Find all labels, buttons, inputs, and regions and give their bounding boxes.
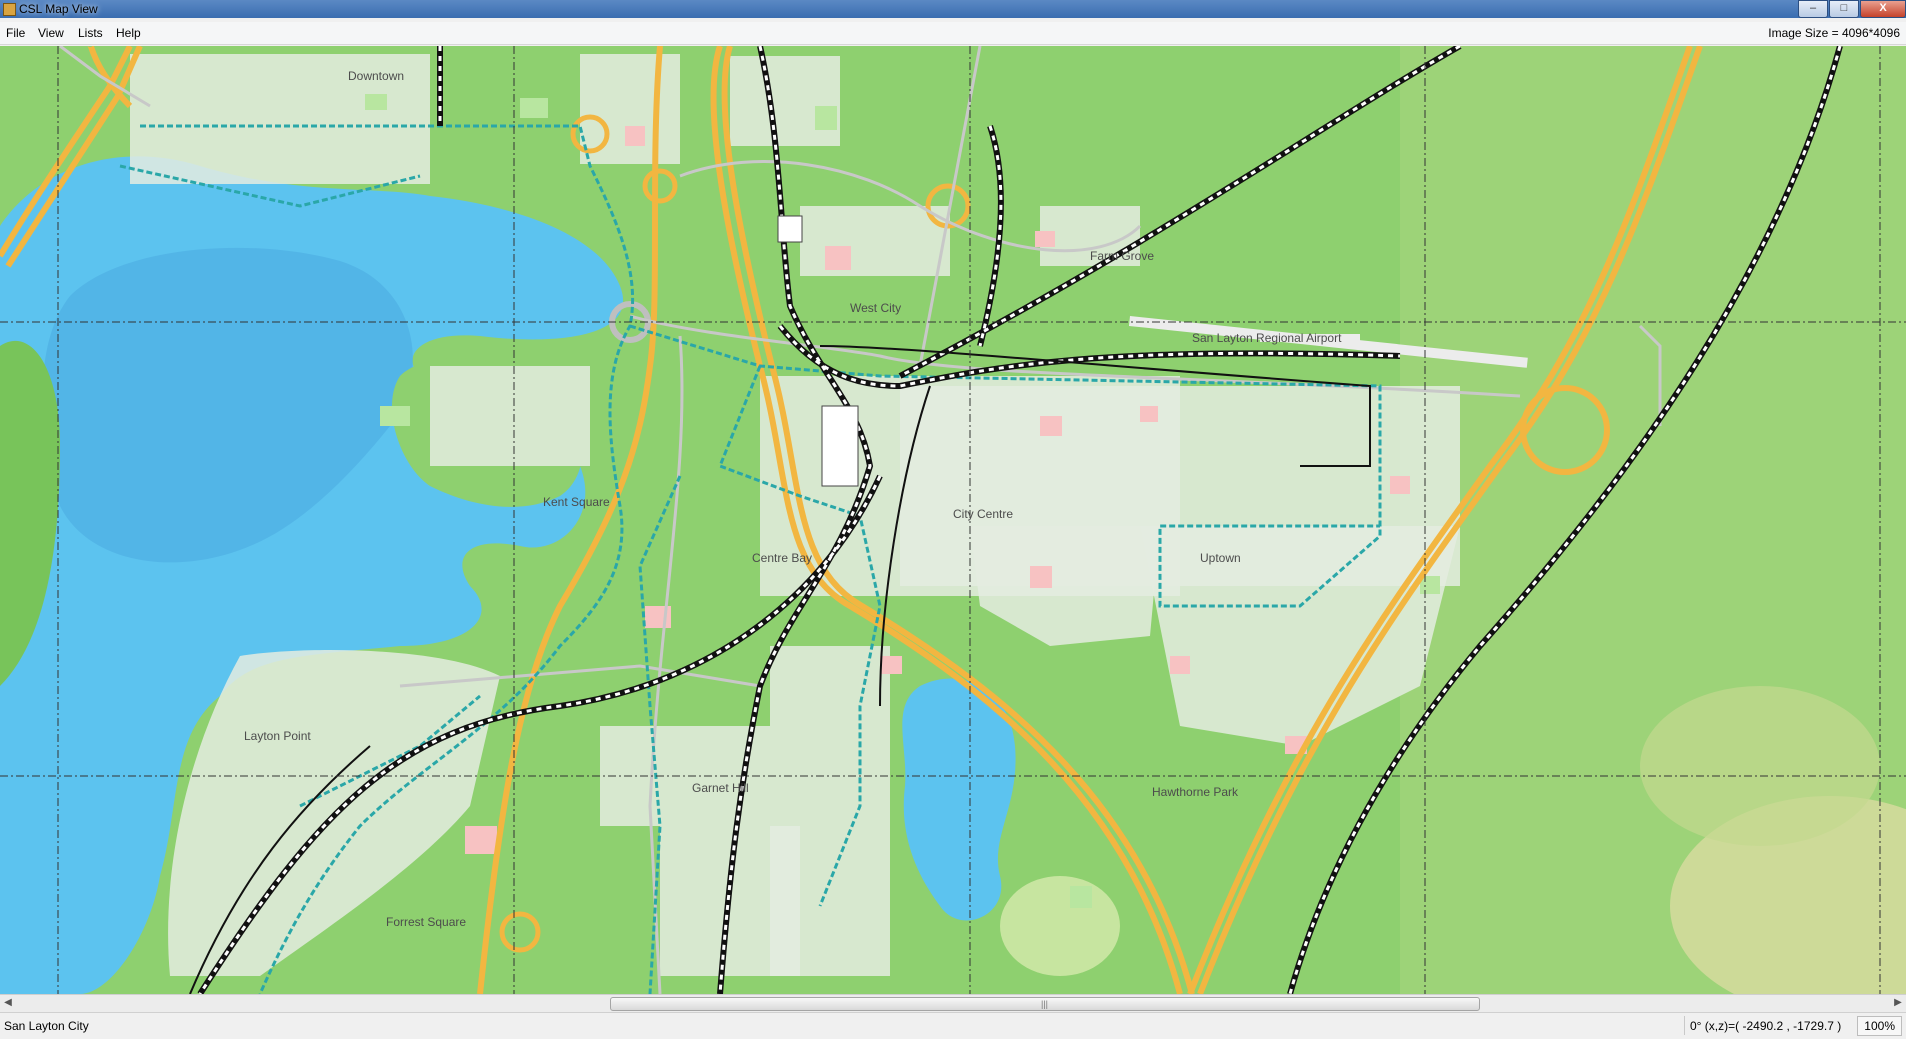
title-bar[interactable]: CSL Map View – □ X <box>0 0 1906 18</box>
scroll-right-arrow-icon[interactable]: ▶ <box>1892 997 1904 1010</box>
menu-help[interactable]: Help <box>116 26 141 40</box>
menu-bar: File View Lists Help Image Size = 4096*4… <box>0 22 1906 45</box>
status-divider <box>1684 1016 1685 1035</box>
menu-view[interactable]: View <box>38 26 64 40</box>
map-canvas[interactable]: Downtown West City Farm Grove San Layton… <box>0 46 1906 994</box>
hill-terrain-2 <box>1640 686 1880 846</box>
label-airport: San Layton Regional Airport <box>1192 331 1342 345</box>
app-window: CSL Map View – □ X File View Lists Help … <box>0 0 1906 1039</box>
cursor-coordinates: 0° (x,z)=( -2490.2 , -1729.7 ) <box>1690 1019 1842 1033</box>
horizontal-scrollbar[interactable]: ◀ ||| ▶ <box>0 994 1906 1012</box>
label-west-city: West City <box>850 301 901 315</box>
label-uptown: Uptown <box>1200 551 1241 565</box>
label-downtown: Downtown <box>348 69 404 83</box>
image-size-readout: Image Size = 4096*4096 <box>1768 26 1900 40</box>
label-centre-bay: Centre Bay <box>752 551 812 565</box>
minimize-button[interactable]: – <box>1798 0 1828 18</box>
city-name: San Layton City <box>4 1019 89 1033</box>
label-garnet-hill: Garnet Hill <box>692 781 749 795</box>
label-hawthorne-park: Hawthorne Park <box>1152 785 1239 799</box>
label-forrest-square: Forrest Square <box>386 915 466 929</box>
status-bar: San Layton City 0° (x,z)=( -2490.2 , -17… <box>0 1012 1906 1039</box>
label-city-centre: City Centre <box>953 507 1013 521</box>
menu-lists[interactable]: Lists <box>78 26 103 40</box>
zoom-level: 100% <box>1857 1016 1902 1036</box>
west-city-station <box>777 215 803 243</box>
label-layton-point: Layton Point <box>244 729 311 743</box>
label-kent-square: Kent Square <box>543 495 610 509</box>
scroll-left-arrow-icon[interactable]: ◀ <box>2 997 14 1010</box>
maximize-button[interactable]: □ <box>1829 0 1859 18</box>
label-farm-grove: Farm Grove <box>1090 249 1154 263</box>
city-map: Downtown West City Farm Grove San Layton… <box>0 46 1906 994</box>
window-title: CSL Map View <box>19 2 98 16</box>
scrollbar-thumb[interactable]: ||| <box>610 997 1480 1011</box>
grip-icon: ||| <box>1041 999 1049 1009</box>
park-hill <box>1000 876 1120 976</box>
app-icon <box>3 3 16 16</box>
menu-file[interactable]: File <box>6 26 25 40</box>
close-button[interactable]: X <box>1860 0 1906 18</box>
central-station <box>821 405 859 487</box>
